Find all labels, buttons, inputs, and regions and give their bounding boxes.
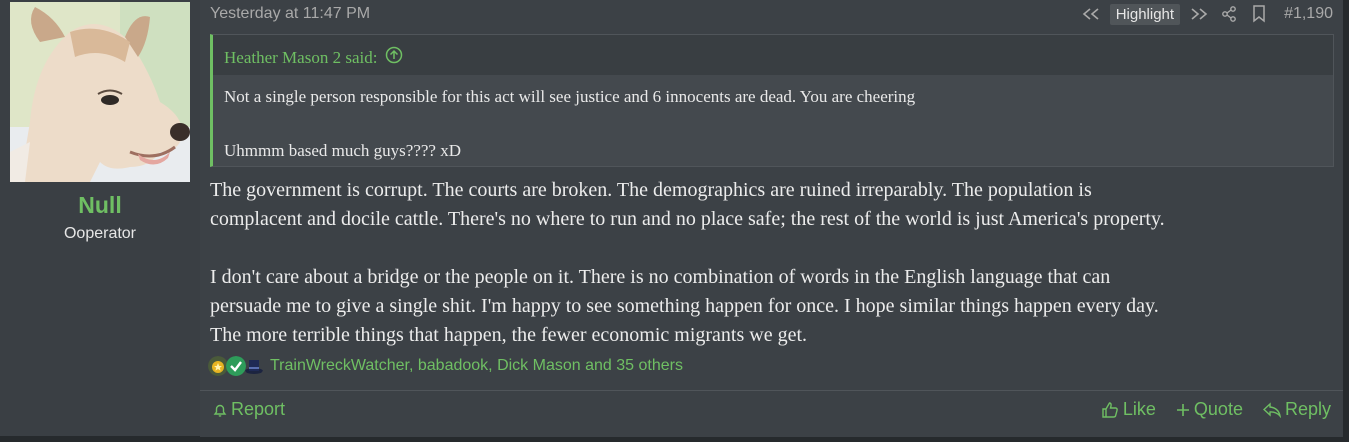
quote-author-link[interactable]: Heather Mason 2 said: (224, 46, 403, 69)
footer-actions: Like Quote Reply (1101, 399, 1331, 420)
username[interactable]: Null (0, 192, 200, 219)
post-actions-bar: Highlight #1,190 (1080, 2, 1333, 26)
top-hat-icon (245, 360, 263, 374)
quote-author: Heather Mason 2 said: (224, 47, 378, 67)
next-highlight-icon[interactable] (1188, 3, 1210, 25)
medal-icon (208, 356, 228, 376)
quote-button[interactable]: Quote (1176, 399, 1243, 420)
user-title: Ooperator (63, 225, 137, 242)
quote-block: Heather Mason 2 said: Not a single perso… (210, 34, 1334, 167)
report-label: Report (231, 399, 286, 419)
forum-post: Null Ooperator Yesterday at 11:47 PM Hig… (0, 0, 1343, 437)
quote-line: Uhmmm based much guys???? xD (224, 141, 461, 160)
post-main: Yesterday at 11:47 PM Highlight #1,190 H… (200, 0, 1343, 437)
reaction-users-link[interactable]: TrainWreckWatcher, babadook, Dick Mason … (270, 357, 683, 375)
post-footer: Report Like Quote Reply (200, 390, 1343, 437)
quote-label: Quote (1193, 399, 1243, 419)
post-date[interactable]: Yesterday at 11:47 PM (210, 5, 370, 23)
user-avatar[interactable] (10, 2, 190, 182)
thumbs-up-icon (1102, 401, 1118, 418)
plus-icon (1176, 403, 1189, 416)
jump-up-icon[interactable] (385, 46, 403, 69)
report-button[interactable]: Report (212, 399, 285, 420)
previous-highlight-icon[interactable] (1080, 3, 1102, 25)
reply-button[interactable]: Reply (1262, 399, 1331, 420)
quote-line: Not a single person responsible for this… (224, 87, 916, 106)
body-line: The more terrible things that happen, th… (210, 324, 808, 346)
post-body: The government is corrupt. The courts ar… (210, 176, 1335, 350)
like-button[interactable]: Like (1101, 399, 1156, 420)
bookmark-icon[interactable] (1248, 3, 1270, 25)
reply-label: Reply (1284, 399, 1331, 419)
bell-icon (213, 404, 227, 417)
body-line: I don't care about a bridge or the peopl… (210, 266, 1111, 288)
reply-arrow-icon (1262, 401, 1281, 418)
like-label: Like (1122, 399, 1156, 419)
dog-avatar-icon (10, 2, 190, 182)
quote-header: Heather Mason 2 said: (213, 35, 1333, 75)
quote-content: Not a single person responsible for this… (224, 84, 915, 163)
share-icon[interactable] (1218, 3, 1240, 25)
reactions-bar[interactable]: TrainWreckWatcher, babadook, Dick Mason … (208, 356, 683, 376)
user-info-column: Null Ooperator (0, 0, 200, 436)
checkmark-icon (226, 356, 246, 376)
highlight-button[interactable]: Highlight (1109, 3, 1181, 25)
body-line: The government is corrupt. The courts ar… (210, 179, 1092, 201)
body-line: persuade me to give a single shit. I'm h… (210, 295, 1159, 317)
post-number[interactable]: #1,190 (1284, 5, 1333, 23)
body-line: complacent and docile cattle. There's no… (210, 208, 1165, 230)
